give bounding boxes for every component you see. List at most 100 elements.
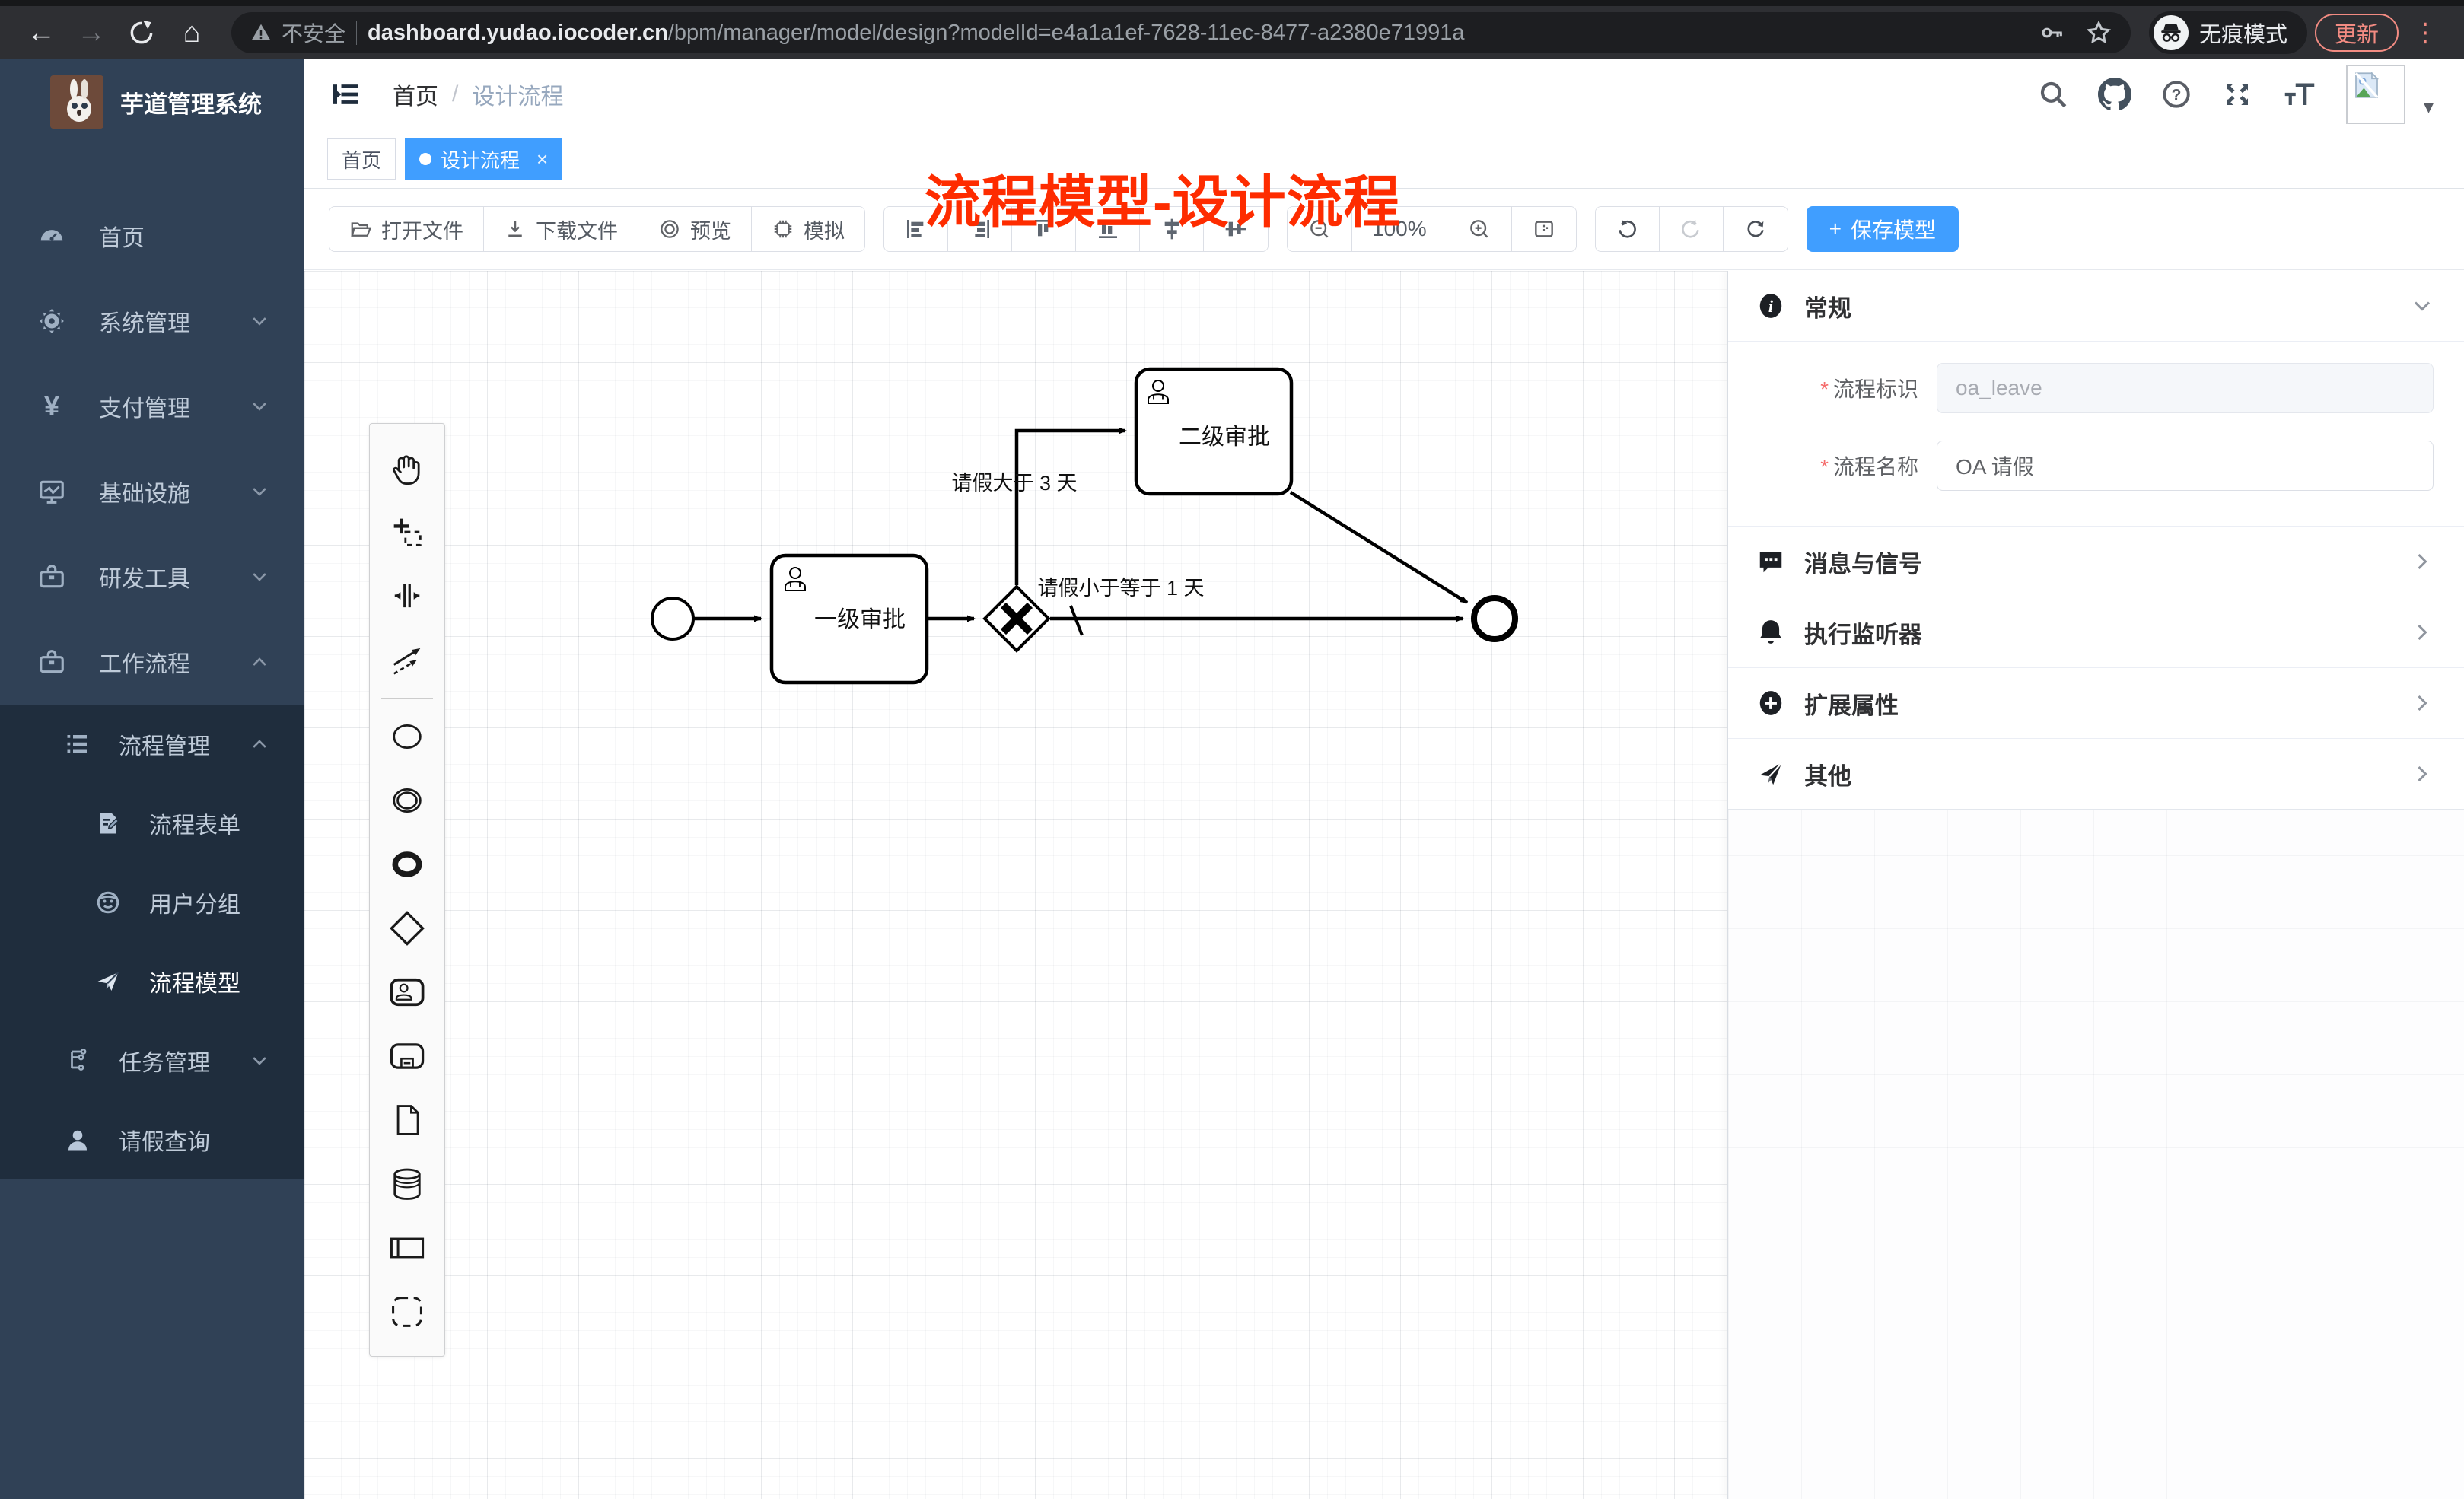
section-general[interactable]: i 常规 bbox=[1728, 271, 2464, 341]
condition-label-gt3: 请假大于 3 天 bbox=[951, 472, 1077, 495]
palette-global-connect-tool[interactable] bbox=[370, 628, 444, 692]
dashboard-icon bbox=[37, 221, 67, 250]
palette-end-event[interactable] bbox=[370, 832, 444, 896]
site-security[interactable]: 不安全 bbox=[250, 18, 345, 48]
password-key-icon[interactable] bbox=[2039, 20, 2065, 46]
palette-start-event[interactable] bbox=[370, 705, 444, 769]
tag-home[interactable]: 首页 bbox=[327, 138, 396, 180]
sidebar-menu: 首页 系统管理 ¥ 支付管理 基础设施 bbox=[0, 193, 304, 1179]
palette-user-task[interactable] bbox=[370, 960, 444, 1024]
address-bar[interactable]: 不安全 dashboard.yudao.iocoder.cn/bpm/manag… bbox=[231, 12, 2131, 53]
task1-label: 一级审批 bbox=[814, 607, 906, 632]
monitor-chart-icon bbox=[37, 477, 67, 506]
process-name-label: *流程名称 bbox=[1743, 450, 1918, 481]
sidebar-item-leave-query[interactable]: 请假查询 bbox=[0, 1100, 304, 1179]
palette-hand-tool[interactable] bbox=[370, 436, 444, 500]
section-extended-attributes[interactable]: 扩展属性 bbox=[1728, 668, 2464, 738]
broken-image-icon bbox=[2351, 69, 2383, 101]
search-icon[interactable] bbox=[2037, 78, 2069, 110]
breadcrumb-home[interactable]: 首页 bbox=[393, 78, 438, 111]
sidebar-item-label: 支付管理 bbox=[99, 390, 190, 423]
palette-group[interactable] bbox=[370, 1280, 444, 1344]
simulate-button[interactable]: 模拟 bbox=[752, 207, 864, 251]
browser-forward-button[interactable]: → bbox=[70, 11, 113, 54]
avatar[interactable] bbox=[2346, 65, 2405, 124]
sidebar-item-infra[interactable]: 基础设施 bbox=[0, 449, 304, 534]
palette-space-tool[interactable] bbox=[370, 564, 444, 628]
zoom-in-button[interactable] bbox=[1447, 207, 1512, 251]
sidebar-item-workflow[interactable]: 工作流程 bbox=[0, 619, 304, 705]
fullscreen-icon[interactable] bbox=[2221, 78, 2253, 110]
general-form: *流程标识 *流程名称 bbox=[1728, 342, 2464, 526]
restart-button[interactable] bbox=[1724, 207, 1788, 251]
app-logo[interactable]: 芋道管理系统 bbox=[0, 59, 304, 142]
download-file-button[interactable]: 下载文件 bbox=[484, 207, 638, 251]
browser-home-button[interactable]: ⌂ bbox=[170, 11, 213, 54]
browser-toolbar: ← → ⌂ 不安全 dashboard.yudao.iocoder.cn/bpm… bbox=[0, 6, 2464, 59]
save-model-button[interactable]: + 保存模型 bbox=[1807, 206, 1959, 252]
sidebar-collapse-button[interactable] bbox=[329, 78, 362, 111]
flow-task2-to-end[interactable] bbox=[1291, 492, 1467, 603]
sidebar-item-process-form[interactable]: 流程表单 bbox=[0, 784, 304, 863]
sidebar-item-task-mgmt[interactable]: 任务管理 bbox=[0, 1021, 304, 1100]
button-label: 打开文件 bbox=[381, 215, 463, 244]
chevron-down-icon bbox=[250, 567, 269, 587]
process-name-input[interactable] bbox=[1937, 441, 2434, 491]
sidebar-item-label: 首页 bbox=[99, 219, 145, 253]
section-execution-listener[interactable]: 执行监听器 bbox=[1728, 597, 2464, 667]
sidebar-item-home[interactable]: 首页 bbox=[0, 193, 304, 278]
end-event[interactable] bbox=[1474, 598, 1515, 639]
open-file-button[interactable]: 打开文件 bbox=[329, 207, 484, 251]
sidebar-item-label: 流程管理 bbox=[119, 727, 210, 761]
plus-circle-icon bbox=[1756, 689, 1786, 718]
browser-menu-button[interactable]: ⋮ bbox=[2406, 18, 2444, 48]
toolbox-icon bbox=[37, 562, 67, 591]
sidebar-item-user-group[interactable]: 用户分组 bbox=[0, 863, 304, 942]
chevron-down-icon bbox=[250, 311, 269, 331]
zoom-reset-button[interactable] bbox=[1512, 207, 1576, 251]
process-key-row: *流程标识 bbox=[1743, 363, 2434, 413]
undo-button[interactable] bbox=[1596, 207, 1660, 251]
palette-subprocess[interactable] bbox=[370, 1024, 444, 1088]
flow-gateway-to-task2[interactable] bbox=[1017, 431, 1125, 585]
tag-label: 设计流程 bbox=[441, 145, 520, 173]
yen-icon: ¥ bbox=[37, 390, 67, 422]
palette-intermediate-event[interactable] bbox=[370, 769, 444, 832]
tag-design-process[interactable]: 设计流程 × bbox=[405, 138, 562, 180]
sidebar-item-label: 基础设施 bbox=[99, 475, 190, 508]
preview-button[interactable]: 预览 bbox=[638, 207, 752, 251]
sidebar-item-payment[interactable]: ¥ 支付管理 bbox=[0, 364, 304, 449]
process-key-input[interactable] bbox=[1937, 363, 2434, 413]
help-icon[interactable]: ? bbox=[2160, 78, 2192, 110]
palette-data-object[interactable] bbox=[370, 1088, 444, 1152]
annotation-title: 流程模型-设计流程 bbox=[925, 157, 1401, 238]
app-header: 首页 / 设计流程 ? ▾ bbox=[304, 59, 2464, 129]
palette-gateway[interactable] bbox=[370, 896, 444, 960]
chevron-right-icon bbox=[2411, 762, 2434, 785]
bookmark-star-icon[interactable] bbox=[2085, 19, 2112, 46]
palette-data-store[interactable] bbox=[370, 1152, 444, 1216]
palette-participant-pool[interactable] bbox=[370, 1216, 444, 1280]
section-message-signal[interactable]: 消息与信号 bbox=[1728, 527, 2464, 597]
github-icon[interactable] bbox=[2098, 78, 2131, 111]
bpmn-canvas[interactable]: .flow { stroke:#000; stroke-width:4.5; f… bbox=[304, 271, 2464, 1499]
breadcrumb-separator: / bbox=[452, 81, 458, 107]
section-title: 常规 bbox=[1804, 289, 1851, 323]
font-size-icon[interactable] bbox=[2282, 78, 2317, 110]
sidebar-item-devtools[interactable]: 研发工具 bbox=[0, 534, 304, 619]
browser-reload-button[interactable] bbox=[120, 11, 163, 54]
avatar-caret-icon[interactable]: ▾ bbox=[2424, 95, 2434, 119]
tag-close-icon[interactable]: × bbox=[536, 148, 548, 171]
browser-back-button[interactable]: ← bbox=[20, 11, 62, 54]
browser-update-button[interactable]: 更新 bbox=[2315, 14, 2399, 52]
condition-label-le1: 请假小于等于 1 天 bbox=[1037, 577, 1204, 600]
svg-text:i: i bbox=[1768, 297, 1774, 316]
redo-button[interactable] bbox=[1660, 207, 1724, 251]
sidebar-item-process-model[interactable]: 流程模型 bbox=[0, 942, 304, 1021]
palette-lasso-tool[interactable] bbox=[370, 500, 444, 564]
sidebar-item-process-mgmt[interactable]: 流程管理 bbox=[0, 705, 304, 784]
start-event[interactable] bbox=[652, 598, 693, 639]
chevron-up-icon bbox=[250, 734, 269, 754]
sidebar-item-system[interactable]: 系统管理 bbox=[0, 278, 304, 364]
section-other[interactable]: 其他 bbox=[1728, 739, 2464, 809]
